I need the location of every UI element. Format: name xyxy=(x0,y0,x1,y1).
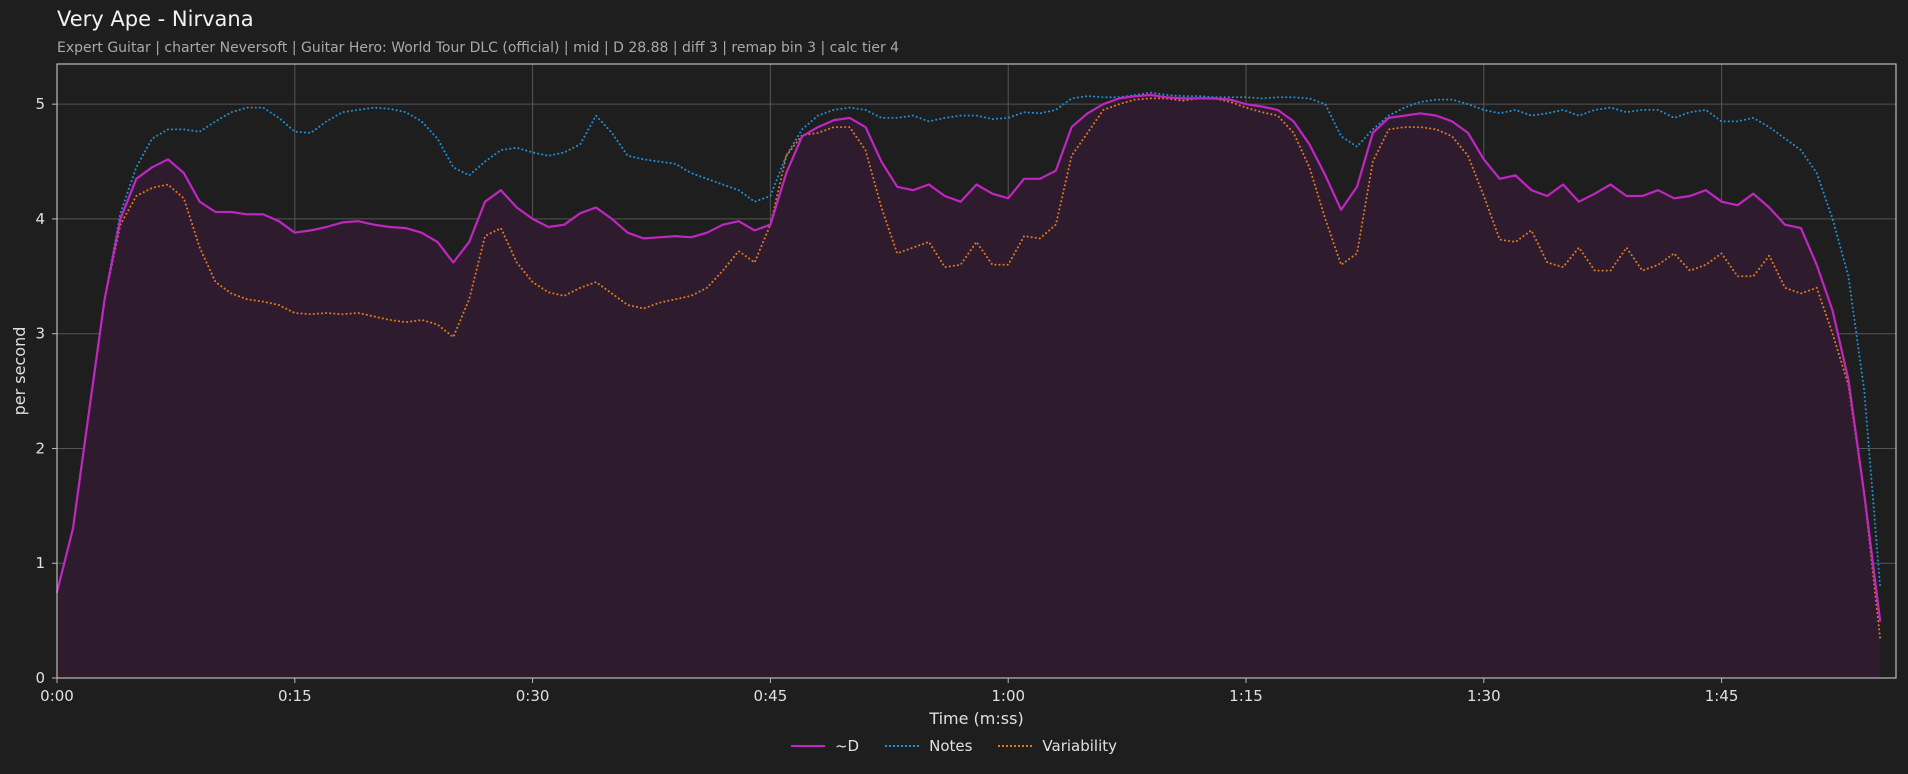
y-tick-label: 3 xyxy=(35,325,45,343)
x-tick-label: 0:15 xyxy=(278,687,312,705)
legend-swatch xyxy=(885,745,920,747)
x-tick-label: 0:00 xyxy=(40,687,74,705)
x-tick-label: 1:15 xyxy=(1229,687,1263,705)
x-tick-label: 1:00 xyxy=(991,687,1025,705)
y-tick-label: 1 xyxy=(35,554,45,572)
y-axis-label: per second xyxy=(10,327,29,416)
y-tick-label: 4 xyxy=(35,210,45,228)
legend-item: Variability xyxy=(998,737,1117,755)
y-tick-label: 0 xyxy=(35,669,45,687)
x-tick-label: 1:30 xyxy=(1467,687,1501,705)
chart-canvas: 0:00 0:15 0:30 0:45 1:00 1:15 1:30 1:45 0 1 2 3 4 5 T… xyxy=(10,63,1897,728)
x-axis-label: Time (m:ss) xyxy=(928,709,1023,728)
x-tick-label: 0:30 xyxy=(516,687,550,705)
legend-item: ~D xyxy=(790,737,860,755)
legend: ~D Notes Variability xyxy=(0,737,1908,755)
x-tick-label: 0:45 xyxy=(754,687,788,705)
legend-swatch xyxy=(998,745,1033,747)
x-tick-label: 1:45 xyxy=(1705,687,1739,705)
legend-item: Notes xyxy=(885,737,972,755)
legend-swatch xyxy=(790,745,825,747)
y-tick-label: 2 xyxy=(35,439,45,457)
legend-label: Notes xyxy=(929,737,973,755)
legend-label: ~D xyxy=(834,737,860,755)
y-tick-label: 5 xyxy=(35,95,45,113)
legend-label: Variability xyxy=(1042,737,1118,755)
